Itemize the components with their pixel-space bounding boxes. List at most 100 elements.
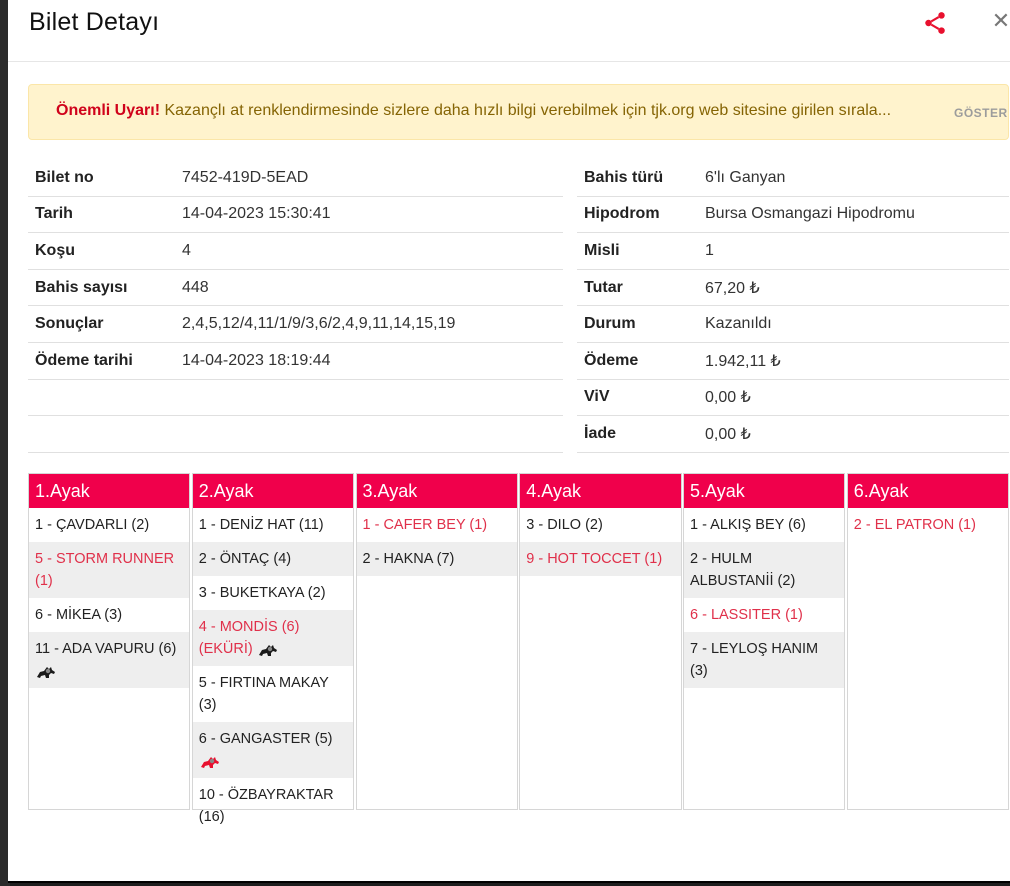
info-value: 14-04-2023 15:30:41 (182, 205, 331, 223)
info-value: 448 (182, 278, 209, 296)
red-horse-icon (199, 754, 221, 769)
runner-item: 5 - STORM RUNNER (1) (29, 542, 190, 598)
info-value: 4 (182, 241, 191, 259)
info-row: Misli 1 (577, 233, 1009, 270)
runner-item: 6 - MİKEA (3) (29, 598, 189, 632)
leg-column: 4.Ayak 3 - DILO (2) 9 - HOT TOCCET (1) (519, 473, 682, 810)
leg-title: 2.Ayak (192, 474, 353, 508)
modal-header: Bilet Detayı ✕ (8, 0, 1010, 62)
runner-label: 2 - HULM ALBUSTANİİ (2) (690, 551, 796, 589)
info-row: Bahis türü 6'lı Ganyan (577, 160, 1009, 197)
runner-item: 5 - FIRTINA MAKAY (3) (193, 666, 353, 722)
info-key: Misli (584, 241, 620, 259)
info-value: 1 (705, 241, 714, 259)
info-key: Sonuçlar (35, 315, 104, 333)
info-value: Kazanıldı (705, 315, 772, 333)
legs-grid: 1.Ayak 1 - ÇAVDARLI (2) 5 - STORM RUNNER (… (28, 473, 1009, 825)
runner-label: 6 - LASSITER (1) (690, 607, 803, 623)
info-key: Tarih (35, 205, 73, 223)
leg-column: 5.Ayak 1 - ALKIŞ BEY (6) 2 - HULM ALBUSTAN… (683, 473, 846, 810)
dark-horse-icon (35, 664, 57, 679)
runner-label: 4 - MONDİS (6) (EKÜRİ) (198, 619, 300, 657)
runner-item: 3 - BUKETKAYA (2) (193, 576, 353, 610)
info-row: Hipodrom Bursa Osmangazi Hipodromu (577, 197, 1009, 234)
leg-title: 3.Ayak (356, 474, 517, 508)
close-icon[interactable]: ✕ (990, 9, 1010, 33)
info-key: Durum (584, 315, 636, 333)
info-value: 0,00 ₺ (705, 425, 751, 443)
info-value: 7452-419D-5EAD (182, 168, 309, 186)
info-value: 6'lı Ganyan (705, 168, 786, 186)
info-row: ViV 0,00 ₺ (577, 380, 1009, 417)
show-button[interactable]: GÖSTER (954, 106, 1008, 120)
runner-label: 1 - CAFER BEY (1) (362, 517, 488, 533)
runner-label: 1 - ALKIŞ BEY (6) (690, 517, 806, 533)
info-row: Ödeme 1.942,11 ₺ (577, 343, 1009, 380)
runner-label: 2 - HAKNA (7) (362, 551, 455, 567)
info-key: İade (584, 424, 617, 442)
runner-label: 6 - MİKEA (3) (35, 607, 123, 623)
info-key: Bahis sayısı (35, 278, 128, 296)
runner-item: 2 - HAKNA (7) (356, 542, 517, 576)
runner-item: 2 - EL PATRON (1) (848, 508, 1008, 542)
info-row: Koşu 4 (28, 233, 563, 270)
runner-label: 3 - DILO (2) (526, 517, 603, 533)
runner-item: 1 - ALKIŞ BEY (6) (684, 508, 844, 542)
runner-item: 2 - ÖNTAÇ (4) (192, 542, 353, 576)
info-value: 14-04-2023 18:19:44 (182, 351, 331, 369)
info-row: Tarih 14-04-2023 15:30:41 (28, 197, 563, 234)
info-row: Tutar 67,20 ₺ (577, 270, 1009, 307)
leg-title: 5.Ayak (684, 474, 845, 508)
runner-item: 1 - DENİZ HAT (11) (193, 508, 353, 542)
warning-text: Önemli Uyarı! Kazançlı at renklendirmesi… (56, 102, 891, 120)
info-key: Bahis türü (584, 168, 664, 186)
info-value: 67,20 ₺ (705, 279, 760, 297)
share-icon[interactable] (922, 10, 948, 36)
runner-label: 5 - STORM RUNNER (1) (35, 551, 175, 589)
runner-label: 1 - ÇAVDARLI (2) (35, 517, 150, 533)
runner-item: 2 - HULM ALBUSTANİİ (2) (684, 542, 845, 598)
leg-column: 3.Ayak 1 - CAFER BEY (1) 2 - HAKNA (7) (355, 473, 518, 810)
info-row: Bilet no 7452-419D-5EAD (28, 160, 563, 197)
info-key: Tutar (584, 278, 623, 296)
info-key: Ödeme tarihi (35, 351, 133, 369)
runner-label: 2 - EL PATRON (1) (853, 517, 976, 533)
leg-title: 4.Ayak (520, 474, 681, 508)
runner-item: 1 - CAFER BEY (1) (357, 508, 517, 542)
leg-title: 6.Ayak (847, 474, 1008, 508)
runner-label: 5 - FIRTINA MAKAY (3) (198, 675, 329, 713)
info-value: 1.942,11 ₺ (705, 352, 781, 370)
info-key: Bilet no (35, 168, 94, 186)
info-key: Koşu (35, 241, 75, 259)
runner-label: 11 - ADA VAPURU (6) (35, 641, 177, 657)
runner-item: 1 - ÇAVDARLI (2) (29, 508, 189, 542)
runner-label: 7 - LEYLOŞ HANIM (3) (690, 641, 819, 679)
runner-label: 2 - ÖNTAÇ (4) (198, 551, 292, 567)
runner-item: 7 - LEYLOŞ HANIM (3) (684, 632, 845, 688)
runner-item: 9 - HOT TOCCET (1) (520, 542, 681, 576)
modal-title: Bilet Detayı (29, 8, 160, 36)
runner-label: 3 - BUKETKAYA (2) (198, 585, 326, 601)
info-row: Ödeme tarihi 14-04-2023 18:19:44 (28, 343, 563, 380)
ticket-info-right: Bahis türü 6'lı Ganyan Hipodrom Bursa Osman… (577, 160, 1009, 453)
runner-item: 6 - GANGASTER (5) (192, 722, 353, 778)
info-row: Durum Kazanıldı (577, 306, 1009, 343)
leg-column: 1.Ayak 1 - ÇAVDARLI (2) 5 - STORM RUNNER (… (28, 473, 191, 810)
info-row: İade 0,00 ₺ (577, 416, 1009, 453)
leg-title: 1.Ayak (29, 474, 190, 508)
info-value: 0,00 ₺ (705, 389, 751, 407)
runner-item: 10 - ÖZBAYRAKTAR (16) (193, 778, 353, 834)
ticket-info-left: Bilet no 7452-419D-5EAD Tarih 14-04-2023 15… (28, 160, 563, 453)
info-row: Bahis sayısı 448 (28, 270, 563, 307)
leg-column: 6.Ayak 2 - EL PATRON (1) (846, 473, 1009, 810)
info-key: ViV (584, 388, 610, 406)
info-row: Sonuçlar 2,4,5,12/4,11/1/9/3,6/2,4,9,11,1… (28, 306, 563, 343)
info-key: Ödeme (584, 351, 639, 369)
info-key: Hipodrom (584, 205, 660, 223)
info-row-empty (28, 380, 563, 417)
info-row-empty (28, 416, 563, 453)
runner-item: 11 - ADA VAPURU (6) (29, 632, 190, 688)
runner-label: 1 - DENİZ HAT (11) (198, 517, 324, 533)
runner-label: 10 - ÖZBAYRAKTAR (16) (198, 787, 334, 825)
runner-item: 6 - LASSITER (1) (684, 598, 844, 632)
